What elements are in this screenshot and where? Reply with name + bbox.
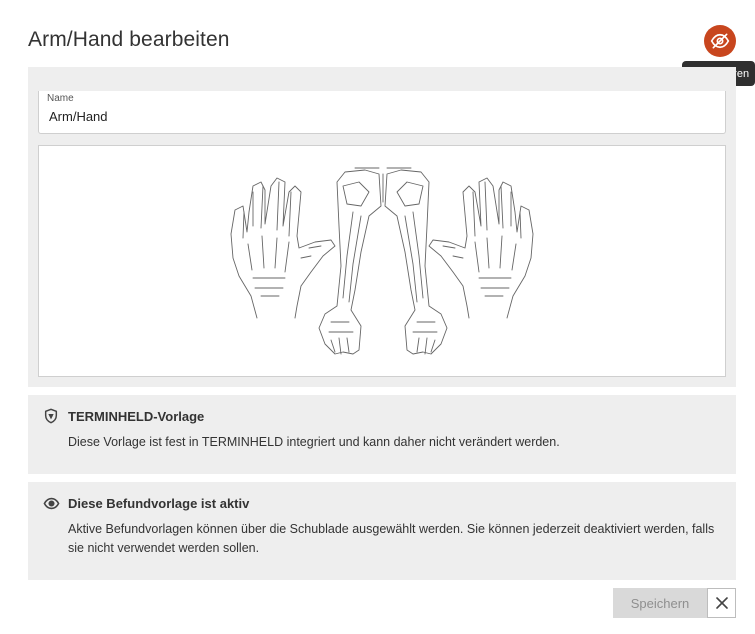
- name-field[interactable]: Name Arm/Hand: [38, 91, 726, 134]
- left-hand-drawing: [230, 177, 336, 319]
- left-arm-drawing: [318, 167, 384, 355]
- save-button[interactable]: Speichern: [613, 588, 707, 618]
- template-notice: TERMINHELD-Vorlage Diese Vorlage ist fes…: [28, 395, 736, 474]
- eye-icon: [42, 494, 60, 512]
- anatomy-image: [38, 145, 726, 377]
- template-notice-text: Diese Vorlage ist fest in TERMINHELD int…: [68, 435, 560, 449]
- close-icon: [715, 597, 728, 609]
- right-hand-drawing: [428, 177, 534, 319]
- active-notice-text: Aktive Befundvorlagen können über die Sc…: [68, 522, 715, 555]
- deactivate-button[interactable]: [704, 25, 736, 57]
- active-notice: Diese Befundvorlage ist aktiv Aktive Bef…: [28, 482, 736, 580]
- name-value: Arm/Hand: [49, 109, 108, 124]
- editor-panel: Name Arm/Hand: [28, 67, 736, 387]
- name-label: Name: [47, 93, 74, 104]
- template-notice-title: TERMINHELD-Vorlage: [68, 409, 205, 424]
- eye-off-icon: [710, 33, 730, 49]
- shield-icon: [42, 407, 60, 425]
- right-arm-drawing: [384, 167, 448, 355]
- close-button[interactable]: [707, 588, 736, 618]
- active-notice-title: Diese Befundvorlage ist aktiv: [68, 496, 250, 511]
- dialog-title: Arm/Hand bearbeiten: [28, 28, 230, 51]
